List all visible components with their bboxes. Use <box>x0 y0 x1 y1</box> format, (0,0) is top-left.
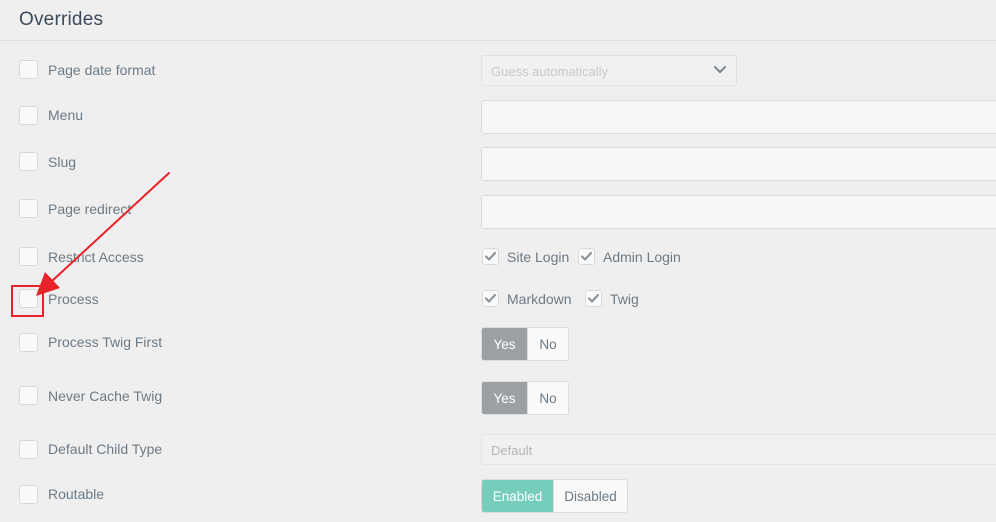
checkbox-box <box>585 290 602 307</box>
checkbox-box <box>482 248 499 265</box>
never-cache-twig-yes[interactable]: Yes <box>482 382 527 414</box>
process-twig-first-toggle: Yes No <box>481 327 569 361</box>
label-default-child-type: Default Child Type <box>48 441 163 457</box>
routable-toggle: Enabled Disabled <box>481 479 628 513</box>
routable-enabled[interactable]: Enabled <box>482 480 553 512</box>
twig-label: Twig <box>610 290 639 307</box>
label-menu: Menu <box>48 107 84 123</box>
check-icon <box>484 293 497 303</box>
checkbox-box <box>578 248 595 265</box>
annotation-highlight-box <box>11 285 44 317</box>
title-divider <box>0 40 996 41</box>
default-child-type-input[interactable]: Default <box>481 434 996 465</box>
label-slug: Slug <box>48 154 77 170</box>
override-checkbox-never-cache-twig[interactable] <box>19 386 38 405</box>
process-twig-first-yes[interactable]: Yes <box>482 328 527 360</box>
check-icon <box>587 293 600 303</box>
menu-input[interactable] <box>481 100 996 134</box>
label-page-redirect: Page redirect <box>48 201 132 217</box>
override-checkbox-menu[interactable] <box>19 106 38 125</box>
check-icon <box>580 251 593 261</box>
checkbox-box <box>482 290 499 307</box>
override-checkbox-page-date-format[interactable] <box>19 60 38 79</box>
override-checkbox-process-twig-first[interactable] <box>19 333 38 352</box>
page-redirect-input[interactable] <box>481 195 996 229</box>
override-checkbox-default-child-type[interactable] <box>19 440 38 459</box>
never-cache-twig-no[interactable]: No <box>527 382 568 414</box>
routable-disabled[interactable]: Disabled <box>553 480 627 512</box>
label-routable: Routable <box>48 486 105 502</box>
override-checkbox-slug[interactable] <box>19 152 38 171</box>
label-process: Process <box>48 291 99 307</box>
override-checkbox-restrict-access[interactable] <box>19 247 38 266</box>
override-checkbox-routable[interactable] <box>19 485 38 504</box>
label-page-date-format: Page date format <box>48 62 156 78</box>
check-icon <box>484 251 497 261</box>
chevron-down-icon <box>713 65 727 74</box>
admin-login-label: Admin Login <box>603 248 681 265</box>
site-login-checkbox[interactable]: Site Login <box>482 248 569 265</box>
section-title: Overrides <box>19 9 104 30</box>
never-cache-twig-toggle: Yes No <box>481 381 569 415</box>
label-restrict-access: Restrict Access <box>48 249 144 265</box>
admin-login-checkbox[interactable]: Admin Login <box>578 248 681 265</box>
slug-input[interactable] <box>481 147 996 181</box>
default-child-type-placeholder: Default <box>491 443 533 458</box>
twig-checkbox[interactable]: Twig <box>585 290 639 307</box>
label-never-cache-twig: Never Cache Twig <box>48 388 163 404</box>
markdown-label: Markdown <box>507 290 572 307</box>
override-checkbox-page-redirect[interactable] <box>19 199 38 218</box>
page-date-format-select[interactable]: Guess automatically <box>481 55 737 86</box>
page-date-format-select-value: Guess automatically <box>491 64 609 79</box>
label-process-twig-first: Process Twig First <box>48 334 163 350</box>
site-login-label: Site Login <box>507 248 570 265</box>
process-twig-first-no[interactable]: No <box>527 328 568 360</box>
markdown-checkbox[interactable]: Markdown <box>482 290 572 307</box>
